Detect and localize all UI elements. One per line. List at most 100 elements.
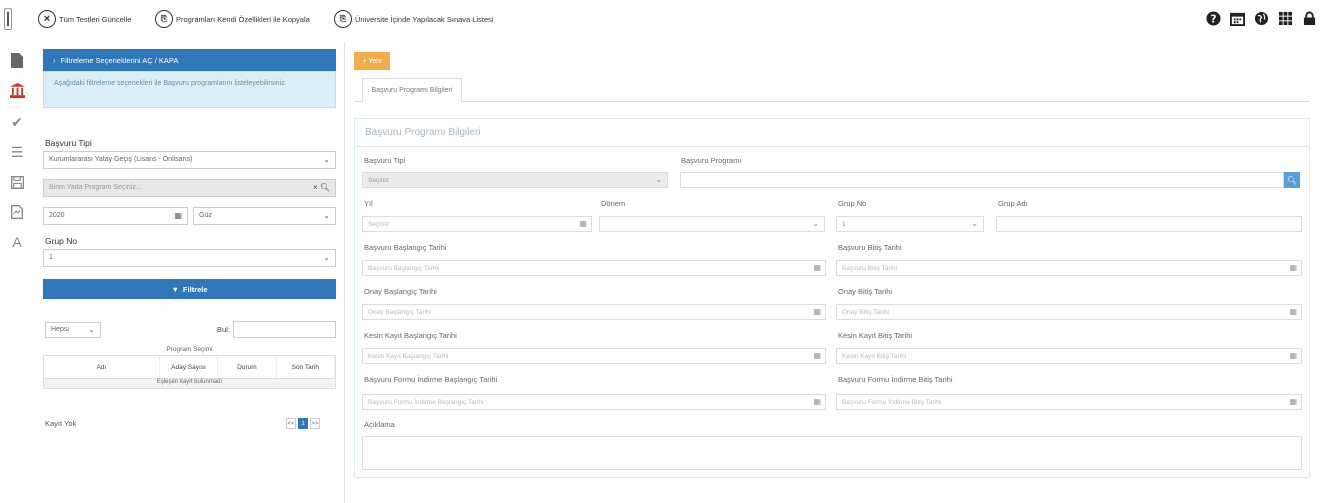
close-circle-icon: ×	[38, 10, 56, 28]
chevron-right-icon: ›	[53, 55, 56, 65]
tab-bar: Başvuru Programı Bilgileri	[354, 78, 1310, 102]
calendar-icon[interactable]: ▦	[579, 219, 587, 228]
calendar-icon[interactable]: ▦	[1289, 263, 1297, 272]
sidebar-toggle-icon[interactable]	[4, 8, 12, 30]
kesin-baslangic-input[interactable]: Kesin Kayıt Başlangıç Tarihi ▦	[362, 348, 826, 364]
yil-field-placeholder: Seçiniz	[368, 221, 389, 228]
aciklama-textarea[interactable]	[362, 436, 1302, 470]
institution-icon[interactable]	[9, 82, 25, 98]
font-icon[interactable]: A	[9, 234, 25, 250]
basvuru-tipi-field-label: Başvuru Tipi	[364, 156, 406, 165]
clear-search-icon[interactable]: × 🔍︎	[313, 183, 330, 192]
form-bitis-input[interactable]: Başvuru Formu İndirme Bitiş Tarihi ▦	[836, 394, 1302, 410]
exam-list-button[interactable]: ⎘ Üniversite İçinde Yapılacak Sınava Lis…	[334, 9, 494, 29]
basvuru-baslangic-placeholder: Başvuru Başlangıç Tarihi	[368, 265, 440, 272]
basvuru-bitis-input[interactable]: Başvuru Bitiş Tarihi ▦	[836, 260, 1302, 276]
program-placeholder: Birim Yada Program Seçiniz...	[49, 184, 142, 191]
basvuru-program-input[interactable]	[680, 172, 1284, 188]
chevron-down-icon: ⌄	[812, 219, 819, 228]
calendar-icon[interactable]: ▦	[813, 307, 821, 316]
calendar-icon[interactable]: ▦	[813, 351, 821, 360]
update-all-tests-button[interactable]: × Tüm Testleri Güncelle	[38, 9, 131, 29]
page-size-select[interactable]: Hepsi ⌄	[45, 322, 101, 338]
divider	[355, 146, 1309, 147]
pager-page-1[interactable]: 1	[298, 418, 308, 429]
document-icon[interactable]	[9, 52, 25, 68]
lock-icon[interactable]	[1301, 10, 1317, 26]
column-header-durum[interactable]: Durum	[218, 356, 277, 378]
onay-bitis-input[interactable]: Onay Bitiş Tarihi ▦	[836, 304, 1302, 320]
onay-baslangic-input[interactable]: Onay Başlangıç Tarihi ▦	[362, 304, 826, 320]
calendar-icon[interactable]: ▦	[1289, 397, 1297, 406]
form-bitis-placeholder: Başvuru Formu İndirme Bitiş Tarihi	[842, 399, 942, 406]
basvuru-tipi-label: Başvuru Tipi	[45, 138, 92, 148]
tab-program-info[interactable]: Başvuru Programı Bilgileri	[362, 78, 462, 102]
form-baslangic-placeholder: Başvuru Formu İndirme Başlangıç Tarihi	[368, 399, 484, 406]
globe-icon[interactable]	[1253, 10, 1269, 26]
report-icon[interactable]	[9, 204, 25, 220]
exam-list-label: Üniversite İçinde Yapılacak Sınava Liste…	[355, 14, 494, 24]
list-icon[interactable]: ☰	[9, 144, 25, 160]
kesin-bitis-input[interactable]: Kesin Kayıt Bitiş Tarihi ▦	[836, 348, 1302, 364]
copy-programs-button[interactable]: ⎘ Programları Kendi Özellikleri ile Kopy…	[155, 9, 310, 29]
yil-field-label: Yıl	[364, 199, 373, 208]
funnel-icon: ▼	[171, 284, 179, 294]
kesin-baslangic-label: Kesin Kayıt Başlangıç Tarihi	[364, 331, 457, 340]
search-icon[interactable]: 🔍︎	[1284, 172, 1300, 188]
yil-input[interactable]: 2020 ▦	[43, 207, 188, 225]
grup-no-select[interactable]: 1 ⌄	[43, 249, 336, 267]
column-header-aday-sayisi[interactable]: Aday Sayısı	[160, 356, 219, 378]
basvuru-bitis-label: Başvuru Bitiş Tarihi	[838, 243, 902, 252]
check-icon[interactable]: ✔	[9, 114, 25, 130]
donem-field-label: Dönem	[601, 199, 626, 208]
basvuru-tipi-field[interactable]: Seçiniz ⌄	[362, 172, 668, 188]
filter-button[interactable]: ▼ Filtrele	[43, 279, 336, 299]
apps-grid-icon[interactable]	[1277, 10, 1293, 26]
filter-toggle-header[interactable]: › Filtreleme Seçeneklerini AÇ / KAPA	[43, 49, 336, 71]
pager-next-button[interactable]: >>	[310, 418, 320, 429]
basvuru-tipi-select[interactable]: Kurumlararası Yatay Geçiş (Lisans - Önli…	[43, 151, 336, 169]
new-button[interactable]: + Yeni	[354, 52, 390, 70]
grup-no-field-label: Grup No	[838, 199, 867, 208]
table-empty-row: Eşleşen kayıt bulunmadı	[43, 379, 336, 389]
copy-circle-icon: ⎘	[155, 10, 173, 28]
pagination: << 1 >>	[286, 418, 320, 429]
pager-prev-button[interactable]: <<	[286, 418, 296, 429]
filter-toggle-label: Filtreleme Seçeneklerini AÇ / KAPA	[60, 55, 179, 65]
list-circle-icon: ⎘	[334, 10, 352, 28]
program-select[interactable]: Birim Yada Program Seçiniz... × 🔍︎	[43, 179, 336, 197]
list-search-input[interactable]	[233, 321, 336, 338]
left-icon-rail: ✔ ☰ A	[0, 42, 34, 503]
calendar-icon[interactable]: ▦	[813, 397, 821, 406]
calendar-icon[interactable]: ▦	[1289, 307, 1297, 316]
update-all-tests-label: Tüm Testleri Güncelle	[59, 14, 132, 24]
grup-no-field-value: 1	[842, 221, 846, 228]
kesin-bitis-placeholder: Kesin Kayıt Bitiş Tarihi	[842, 353, 907, 360]
kesin-baslangic-placeholder: Kesin Kayıt Başlangıç Tarihi	[368, 353, 449, 360]
calendar-icon[interactable]: ▦	[1289, 351, 1297, 360]
filter-button-label: Filtrele	[182, 284, 208, 294]
form-baslangic-input[interactable]: Başvuru Formu İndirme Başlangıç Tarihi ▦	[362, 394, 826, 410]
onay-bitis-placeholder: Onay Bitiş Tarihi	[842, 309, 889, 316]
program-table: Adı Aday Sayısı Durum Son Tarih Eşleşen …	[43, 355, 336, 389]
column-header-adi[interactable]: Adı	[44, 356, 160, 378]
help-icon[interactable]: ?	[1205, 10, 1221, 26]
top-toolbar: × Tüm Testleri Güncelle ⎘ Programları Ke…	[0, 0, 1325, 38]
filter-info-text: Aşağıdaki filtreleme seçenekleri ile Baş…	[54, 80, 287, 87]
basvuru-tipi-field-value: Seçiniz	[368, 177, 389, 184]
form-bitis-label: Başvuru Formu İndirme Bitiş Tarihi	[838, 375, 953, 384]
column-header-son-tarih[interactable]: Son Tarih	[277, 356, 336, 378]
basvuru-baslangic-input[interactable]: Başvuru Başlangıç Tarihi ▦	[362, 260, 826, 276]
onay-baslangic-placeholder: Onay Başlangıç Tarihi	[368, 309, 432, 316]
donem-field[interactable]: ⌄	[599, 216, 825, 232]
donem-select[interactable]: Güz ⌄	[193, 207, 336, 225]
filter-info-box: Aşağıdaki filtreleme seçenekleri ile Baş…	[43, 71, 336, 108]
calendar-icon[interactable]: ▦	[174, 211, 182, 220]
yil-field[interactable]: Seçiniz ▦	[362, 216, 592, 232]
save-icon[interactable]	[9, 174, 25, 190]
grup-no-field[interactable]: 1 ⌄	[836, 216, 984, 232]
svg-text:?: ?	[1210, 13, 1216, 25]
calendar-icon[interactable]	[1229, 10, 1245, 26]
grup-adi-input[interactable]	[996, 216, 1302, 232]
calendar-icon[interactable]: ▦	[813, 263, 821, 272]
